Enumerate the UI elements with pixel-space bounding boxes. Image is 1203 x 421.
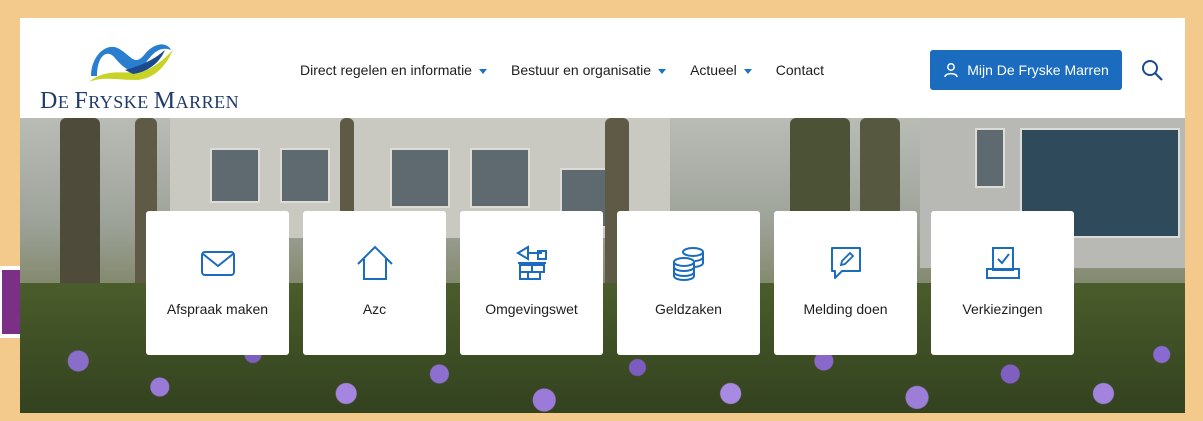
tile-label: Omgevingswet bbox=[485, 301, 578, 317]
search-icon[interactable] bbox=[1140, 58, 1164, 82]
logo-text: DE FRYSKE MARREN bbox=[40, 88, 240, 114]
my-account-label: Mijn De Fryske Marren bbox=[967, 62, 1109, 78]
nav-item-bestuur[interactable]: Bestuur en organisatie bbox=[510, 62, 667, 78]
tile-melding-doen[interactable]: Melding doen bbox=[774, 211, 917, 355]
nav-item-label: Actueel bbox=[690, 62, 737, 78]
site-header: DE FRYSKE MARREN Direct regelen en infor… bbox=[20, 18, 1185, 118]
message-pencil-icon bbox=[830, 247, 861, 279]
tile-label: Afspraak maken bbox=[166, 301, 269, 317]
tile-label: Geldzaken bbox=[655, 301, 722, 317]
tile-afspraak-maken[interactable]: Afspraak maken bbox=[146, 211, 289, 355]
nav-item-label: Direct regelen en informatie bbox=[300, 62, 472, 78]
tile-label: Verkiezingen bbox=[962, 301, 1043, 317]
tile-verkiezingen[interactable]: Verkiezingen bbox=[931, 211, 1074, 355]
site-logo[interactable]: DE FRYSKE MARREN bbox=[40, 36, 239, 114]
hero-image: Afspraak maken Azc Omgevingswet Geldzake… bbox=[20, 118, 1185, 413]
window-shape bbox=[470, 148, 530, 208]
nav-item-label: Contact bbox=[775, 62, 825, 78]
chevron-down-icon bbox=[478, 68, 487, 74]
window-shape bbox=[975, 128, 1005, 188]
my-account-button[interactable]: Mijn De Fryske Marren bbox=[930, 50, 1122, 90]
building-blocks-icon bbox=[515, 245, 547, 280]
tile-geldzaken[interactable]: Geldzaken bbox=[617, 211, 760, 355]
chevron-down-icon bbox=[658, 68, 667, 74]
nav-item-contact[interactable]: Contact bbox=[776, 62, 824, 78]
website-frame: DE FRYSKE MARREN Direct regelen en infor… bbox=[20, 18, 1185, 413]
tile-azc[interactable]: Azc bbox=[303, 211, 446, 355]
tile-omgevingswet[interactable]: Omgevingswet bbox=[460, 211, 603, 355]
coins-icon bbox=[672, 247, 704, 282]
nav-item-actueel[interactable]: Actueel bbox=[690, 62, 752, 78]
chevron-down-icon bbox=[743, 68, 752, 74]
tile-label: Melding doen bbox=[803, 301, 888, 317]
window-shape bbox=[390, 148, 450, 208]
main-nav: Direct regelen en informatie Bestuur en … bbox=[300, 62, 848, 78]
nav-item-label: Bestuur en organisatie bbox=[510, 62, 652, 78]
tile-label: Azc bbox=[362, 301, 387, 317]
window-shape bbox=[210, 148, 260, 203]
envelope-icon bbox=[200, 251, 235, 276]
ballot-box-icon bbox=[985, 247, 1020, 279]
window-shape bbox=[280, 148, 330, 203]
user-icon bbox=[944, 63, 958, 78]
house-icon bbox=[356, 245, 393, 280]
quick-links: Afspraak maken Azc Omgevingswet Geldzake… bbox=[146, 211, 1074, 355]
nav-item-direct-regelen[interactable]: Direct regelen en informatie bbox=[300, 62, 487, 78]
logo-wave-icon bbox=[89, 44, 173, 82]
